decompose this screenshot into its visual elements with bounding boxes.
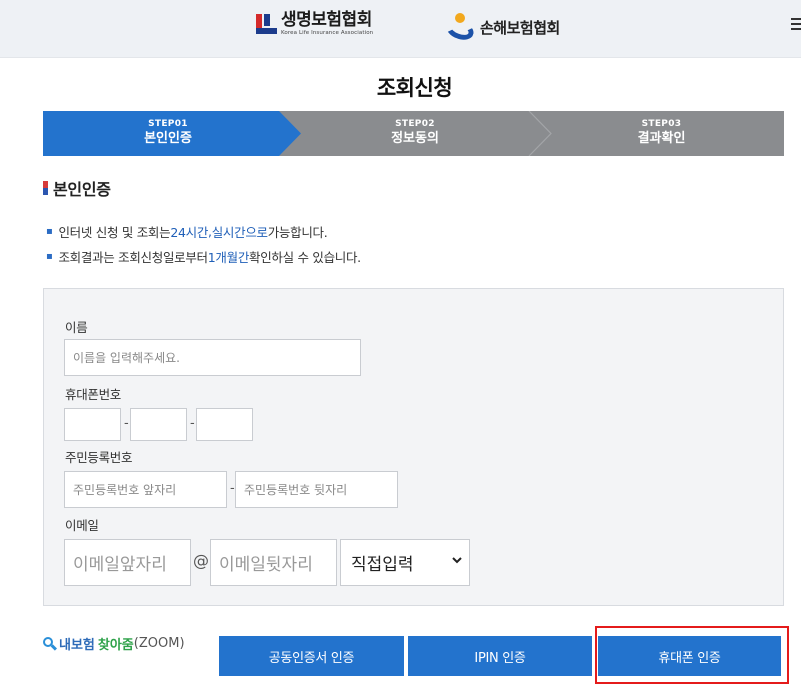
section-header: 본인인증 (43, 176, 111, 200)
step-3: STEP03 결과확인 (539, 111, 784, 156)
step-1-number: STEP01 (148, 119, 188, 130)
notice-highlight: 1개월간 (207, 250, 250, 265)
rrn-front-input[interactable]: 주민등록번호 앞자리 (64, 471, 227, 508)
notice-text: 확인하실 수 있습니다. (249, 250, 361, 265)
notice-list: ▪ 인터넷 신청 및 조회는 24시간, 실시간으로 가능합니다. ▪ 조회결과… (46, 219, 361, 269)
email-back-input[interactable]: 이메일뒷자리 (210, 539, 337, 586)
email-label: 이메일 (65, 518, 99, 533)
notice-highlight: 실시간으로 (211, 225, 268, 240)
bullet-icon: ▪ (46, 226, 53, 237)
email-domain-select[interactable]: 직접입력 (340, 539, 470, 586)
nonlife-insurance-logo-text: 손해보험협회 (480, 18, 560, 37)
step-1: STEP01 본인인증 (43, 111, 293, 156)
phone-last-input[interactable] (196, 408, 253, 441)
highlight-box (595, 626, 789, 684)
name-input[interactable]: 이름을 입력해주세요. (64, 339, 361, 376)
email-front-input[interactable]: 이메일앞자리 (64, 539, 191, 586)
step-1-label: 본인인증 (144, 131, 192, 147)
nonlife-insurance-logo[interactable]: 손해보험협회 (443, 12, 560, 44)
life-insurance-logo-text: 생명보험협회 (281, 10, 372, 30)
section-title: 본인인증 (53, 180, 111, 199)
life-insurance-logo-icon (256, 12, 278, 36)
notice-text: 가능합니다. (267, 225, 328, 240)
phone-label: 휴대폰번호 (65, 387, 122, 402)
top-header: 생명보험협회 Korea Life Insurance Association … (0, 0, 801, 58)
notice-highlight: 24시간 (170, 225, 209, 240)
step-3-number: STEP03 (641, 119, 682, 130)
step-2-number: STEP02 (395, 119, 435, 130)
zoom-link[interactable]: 내보험 찾아줌 (ZOOM) (43, 634, 185, 653)
step-progress: STEP01 본인인증 STEP02 정보동의 STEP03 결과확인 (43, 111, 784, 156)
certificate-auth-button[interactable]: 공동인증서 인증 (219, 636, 404, 676)
search-icon (43, 636, 58, 651)
ipin-auth-button[interactable]: IPIN 인증 (408, 636, 592, 676)
phone-prefix-input[interactable] (64, 408, 121, 441)
email-at-sign: @ (193, 551, 209, 570)
zoom-link-text-2: 찾아줌 (97, 638, 134, 653)
step-2-label: 정보동의 (391, 131, 439, 147)
notice-text: 인터넷 신청 및 조회는 (58, 225, 171, 240)
step-2: STEP02 정보동의 (291, 111, 539, 156)
rrn-back-input[interactable]: 주민등록번호 뒷자리 (235, 471, 398, 508)
section-marker-icon (43, 181, 48, 195)
notice-item: ▪ 인터넷 신청 및 조회는 24시간, 실시간으로 가능합니다. (46, 219, 361, 244)
rrn-label: 주민등록번호 (65, 450, 133, 465)
phone-separator: - (190, 416, 195, 431)
bullet-icon: ▪ (46, 251, 53, 262)
hamburger-menu-icon[interactable] (791, 18, 801, 32)
phone-middle-input[interactable] (130, 408, 187, 441)
zoom-link-text-1: 내보험 (59, 638, 95, 653)
page-title: 조회신청 (376, 76, 453, 100)
notice-item: ▪ 조회결과는 조회신청일로부터 1개월간 확인하실 수 있습니다. (46, 244, 361, 269)
email-domain-selected: 직접입력 (351, 555, 414, 575)
nonlife-insurance-logo-icon (443, 13, 477, 44)
life-insurance-logo[interactable]: 생명보험협회 Korea Life Insurance Association (256, 12, 373, 42)
verification-form: 이름 이름을 입력해주세요. 휴대폰번호 - - 주민등록번호 주민등록번호 앞… (43, 288, 784, 606)
name-label: 이름 (65, 320, 88, 335)
chevron-down-icon (452, 557, 462, 564)
zoom-link-text-3: (ZOOM) (133, 636, 185, 651)
life-insurance-logo-subtext: Korea Life Insurance Association (281, 30, 374, 36)
rrn-separator: - (230, 481, 235, 496)
phone-separator: - (124, 416, 129, 431)
notice-text: 조회결과는 조회신청일로부터 (58, 250, 208, 265)
step-3-label: 결과확인 (637, 131, 686, 147)
